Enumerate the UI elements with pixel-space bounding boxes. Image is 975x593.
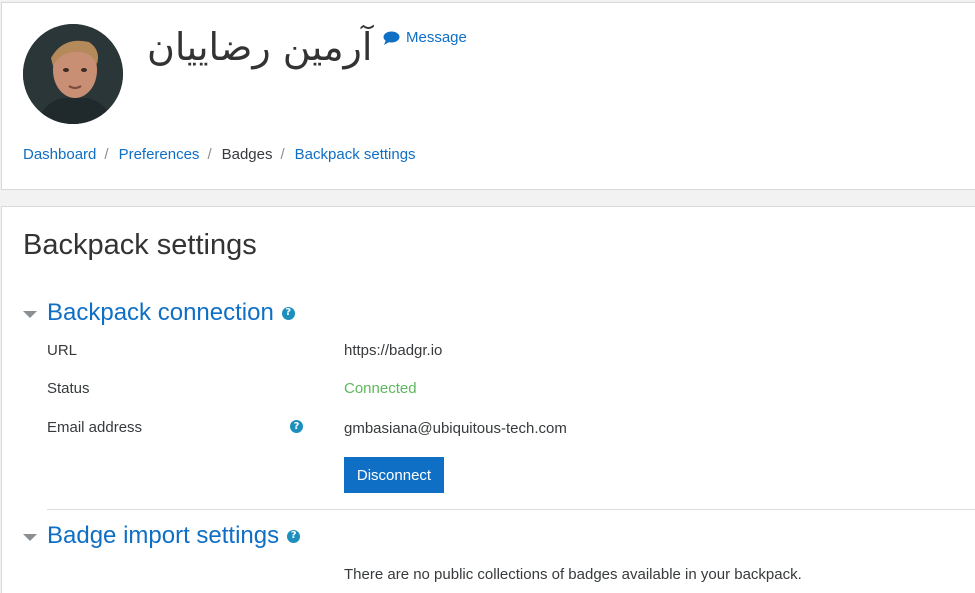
breadcrumb-dashboard[interactable]: Dashboard [23, 146, 96, 163]
section-title[interactable]: Backpack connection [47, 299, 274, 327]
status-label: Status [47, 380, 90, 397]
breadcrumb-backpack-settings[interactable]: Backpack settings [295, 146, 416, 163]
backpack-connection-header[interactable]: Backpack connection ? [23, 299, 295, 327]
collapse-caret-icon[interactable] [23, 533, 37, 541]
badge-import-settings-header[interactable]: Badge import settings ? [23, 522, 301, 550]
breadcrumb-separator: / [207, 146, 212, 163]
url-label: URL [47, 342, 78, 359]
section-title[interactable]: Badge import settings [47, 522, 279, 550]
email-label: Email address [47, 419, 143, 436]
help-icon[interactable]: ? [281, 306, 295, 320]
breadcrumb-separator: / [280, 146, 285, 163]
page-title: Backpack settings [23, 229, 257, 261]
no-collections-message: There are no public collections of badge… [344, 566, 802, 583]
speech-bubble-icon [383, 31, 400, 45]
collapse-caret-icon[interactable] [23, 310, 37, 318]
help-icon[interactable]: ? [287, 529, 301, 543]
main-content: Backpack settings Backpack connection ? … [1, 206, 975, 593]
message-link[interactable]: Message [383, 29, 467, 46]
breadcrumb-badges: Badges [221, 146, 273, 163]
user-avatar[interactable] [23, 24, 123, 124]
message-link-label: Message [406, 29, 467, 46]
page-header: آرمین رضاییان Message Dashboard / Prefer… [1, 2, 975, 190]
user-full-name: آرمین رضاییان [147, 25, 373, 69]
status-value: Connected [344, 380, 417, 397]
breadcrumb: Dashboard / Preferences / Badges / Backp… [23, 146, 416, 163]
email-value: gmbasiana@ubiquitous-tech.com [344, 420, 567, 437]
breadcrumb-separator: / [104, 146, 109, 163]
help-icon[interactable]: ? [290, 420, 303, 433]
breadcrumb-preferences[interactable]: Preferences [119, 146, 200, 163]
url-value: https://badgr.io [344, 342, 443, 359]
disconnect-button[interactable]: Disconnect [344, 457, 444, 493]
section-divider [47, 509, 975, 510]
user-avatar-photo [23, 24, 123, 124]
